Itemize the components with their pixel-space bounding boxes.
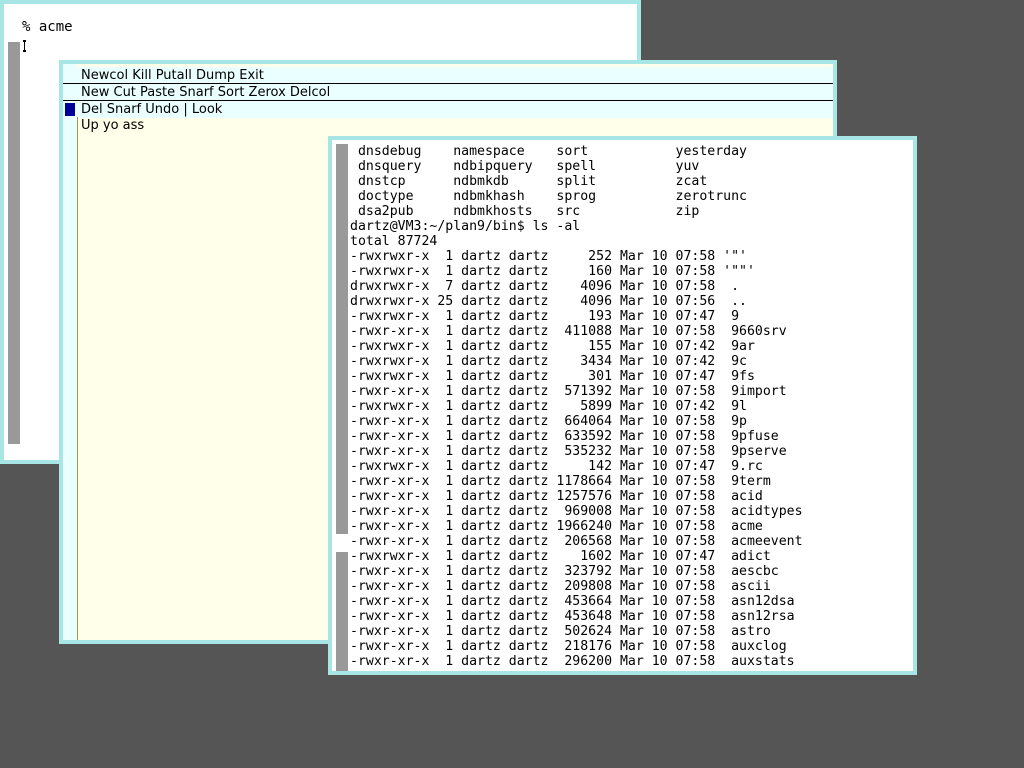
terminal-line: -rwxr-xr-x 1 dartz dartz 571392 Mar 10 0… <box>350 384 787 399</box>
terminal-line: -rwxrwxr-x 1 dartz dartz 160 Mar 10 07:5… <box>350 264 755 279</box>
rc-scrollbar[interactable] <box>8 42 20 444</box>
terminal-line: -rwxr-xr-x 1 dartz dartz 218176 Mar 10 0… <box>350 639 787 654</box>
terminal-line: -rwxr-xr-x 1 dartz dartz 502624 Mar 10 0… <box>350 624 771 639</box>
terminal-line: dnstcp ndbmkdb split zcat <box>350 174 708 189</box>
terminal-output: dnsdebug namespace sort yesterday dnsque… <box>350 144 803 669</box>
terminal-window[interactable]: dnsdebug namespace sort yesterday dnsque… <box>328 136 917 675</box>
file-tag-text[interactable]: Del Snarf Undo | Look <box>81 101 222 118</box>
window-tag-text[interactable]: New Cut Paste Snarf Sort Zerox Delcol <box>81 84 330 101</box>
terminal-line: -rwxrwxr-x 1 dartz dartz 155 Mar 10 07:4… <box>350 339 755 354</box>
terminal-line: -rwxr-xr-x 1 dartz dartz 209808 Mar 10 0… <box>350 579 771 594</box>
acme-file-tag[interactable]: Del Snarf Undo | Look <box>63 101 833 118</box>
terminal-line: -rwxrwxr-x 1 dartz dartz 1602 Mar 10 07:… <box>350 549 771 564</box>
terminal-line: -rwxrwxr-x 1 dartz dartz 193 Mar 10 07:4… <box>350 309 740 324</box>
text-cursor <box>23 40 26 52</box>
terminal-line: -rwxrwxr-x 1 dartz dartz 3434 Mar 10 07:… <box>350 354 747 369</box>
terminal-line: dartz@VM3:~/plan9/bin$ ls -al <box>350 219 581 234</box>
terminal-line: -rwxr-xr-x 1 dartz dartz 323792 Mar 10 0… <box>350 564 779 579</box>
terminal-line: -rwxrwxr-x 1 dartz dartz 252 Mar 10 07:5… <box>350 249 747 264</box>
acme-body-text[interactable]: Up yo ass <box>81 118 144 133</box>
acme-column-tag[interactable]: Newcol Kill Putall Dump Exit <box>63 67 833 84</box>
terminal-line: doctype ndbmkhash sprog zerotrunc <box>350 189 747 204</box>
terminal-line: -rwxr-xr-x 1 dartz dartz 453664 Mar 10 0… <box>350 594 795 609</box>
terminal-line: -rwxrwxr-x 1 dartz dartz 301 Mar 10 07:4… <box>350 369 755 384</box>
terminal-line: dsa2pub ndbmkhosts src zip <box>350 204 700 219</box>
acme-column-bar[interactable] <box>63 64 77 640</box>
terminal-line: -rwxr-xr-x 1 dartz dartz 1257576 Mar 10 … <box>350 489 763 504</box>
terminal-line: drwxrwxr-x 25 dartz dartz 4096 Mar 10 07… <box>350 294 747 309</box>
terminal-line: -rwxr-xr-x 1 dartz dartz 633592 Mar 10 0… <box>350 429 779 444</box>
terminal-scroll-thumb[interactable] <box>336 534 348 552</box>
terminal-line: dnsdebug namespace sort yesterday <box>350 144 747 159</box>
column-tag-text[interactable]: Newcol Kill Putall Dump Exit <box>81 67 264 84</box>
terminal-line: -rwxr-xr-x 1 dartz dartz 453648 Mar 10 0… <box>350 609 795 624</box>
acme-body-scrollbar[interactable] <box>77 117 78 640</box>
terminal-line: -rwxrwxr-x 1 dartz dartz 5899 Mar 10 07:… <box>350 399 747 414</box>
terminal-line: -rwxr-xr-x 1 dartz dartz 411088 Mar 10 0… <box>350 324 787 339</box>
terminal-line: -rwxrwxr-x 1 dartz dartz 142 Mar 10 07:4… <box>350 459 763 474</box>
terminal-line: dnsquery ndbipquery spell yuv <box>350 159 700 174</box>
terminal-line: -rwxr-xr-x 1 dartz dartz 1178664 Mar 10 … <box>350 474 771 489</box>
terminal-line: -rwxr-xr-x 1 dartz dartz 664064 Mar 10 0… <box>350 414 747 429</box>
rc-prompt-text: % acme <box>22 19 73 35</box>
terminal-line: total 87724 <box>350 234 438 249</box>
terminal-line: -rwxr-xr-x 1 dartz dartz 1966240 Mar 10 … <box>350 519 763 534</box>
layout-box-icon[interactable] <box>65 103 75 116</box>
terminal-line: -rwxr-xr-x 1 dartz dartz 206568 Mar 10 0… <box>350 534 803 549</box>
terminal-line: -rwxr-xr-x 1 dartz dartz 969008 Mar 10 0… <box>350 504 803 519</box>
terminal-line: -rwxr-xr-x 1 dartz dartz 535232 Mar 10 0… <box>350 444 787 459</box>
terminal-line: drwxrwxr-x 7 dartz dartz 4096 Mar 10 07:… <box>350 279 740 294</box>
terminal-line: -rwxr-xr-x 1 dartz dartz 296200 Mar 10 0… <box>350 654 795 669</box>
terminal-scrollbar[interactable] <box>336 144 348 671</box>
acme-window-tag[interactable]: New Cut Paste Snarf Sort Zerox Delcol <box>63 84 833 101</box>
